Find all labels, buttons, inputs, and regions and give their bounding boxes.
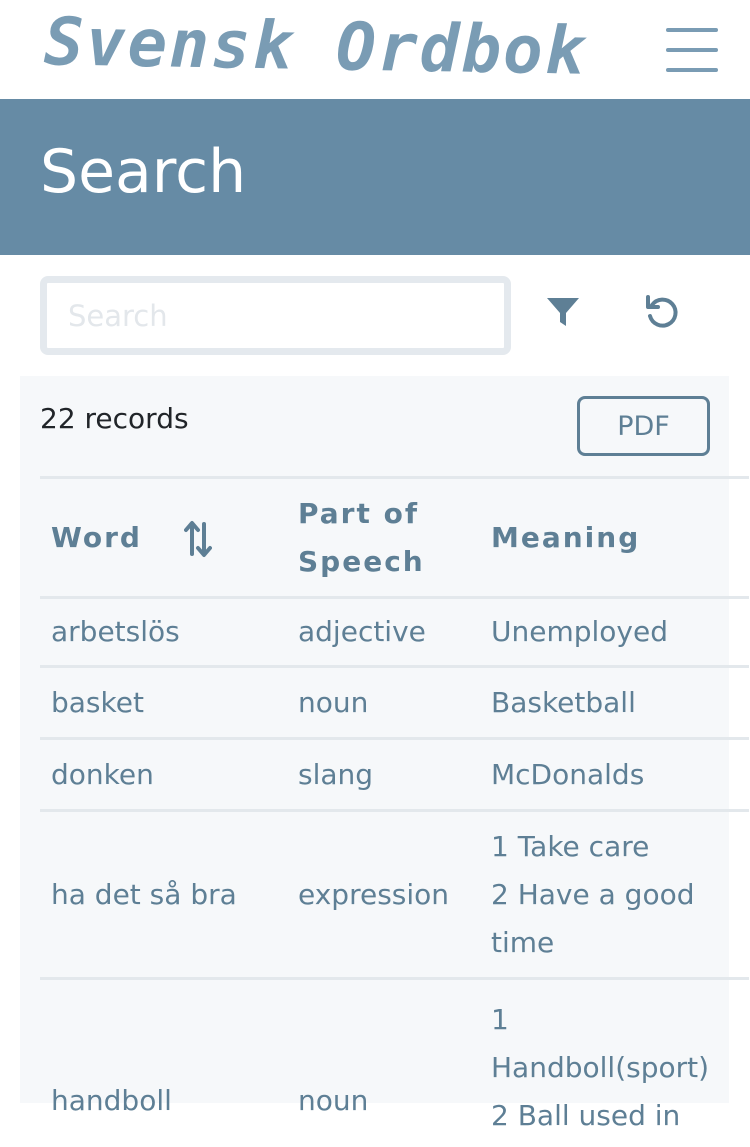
cell-word: ha det så bra <box>40 809 287 979</box>
filter-button[interactable] <box>541 290 585 334</box>
cell-part-of-speech: slang <box>287 737 480 811</box>
top-bar: Svensk Ordbok <box>0 0 750 99</box>
table-row[interactable]: arbetslös adjective Unemployed <box>40 596 749 667</box>
table-row[interactable]: donken slang McDonalds <box>40 737 749 811</box>
column-pos-label-line2: Speech <box>298 544 425 578</box>
meaning-line: time <box>491 925 555 959</box>
pdf-button[interactable]: PDF <box>577 396 710 456</box>
table-row[interactable]: handboll noun 1 Handboll(sport) 2 Ball u… <box>40 977 749 1147</box>
cell-part-of-speech: noun <box>287 977 480 1147</box>
cell-word: donken <box>40 737 287 811</box>
reset-button[interactable] <box>640 290 684 334</box>
page-header: Search <box>0 99 750 255</box>
column-part-of-speech[interactable]: Part of Speech <box>287 476 480 598</box>
filter-icon <box>547 298 579 326</box>
records-count: 22 records <box>40 402 189 435</box>
site-logo[interactable]: Svensk Ordbok <box>43 3 587 89</box>
column-pos-label-line1: Part of <box>298 496 420 530</box>
cell-meaning: 1 Handboll(sport) 2 Ball used in <box>480 977 749 1147</box>
table-row[interactable]: basket noun Basketball <box>40 665 749 739</box>
cell-word: arbetslös <box>40 596 287 667</box>
column-word-label: Word <box>51 520 142 554</box>
cell-part-of-speech: noun <box>287 665 480 739</box>
meaning-line: Unemployed <box>491 615 668 648</box>
search-input[interactable] <box>47 283 504 348</box>
menu-icon <box>666 28 718 32</box>
cell-word: handboll <box>40 977 287 1147</box>
meaning-line: 2 Have a good <box>491 877 695 911</box>
cell-part-of-speech: expression <box>287 809 480 979</box>
meaning-line: McDonalds <box>491 757 645 791</box>
sort-icon[interactable] <box>183 520 212 558</box>
meaning-line: 2 Ball used in <box>491 1099 681 1132</box>
search-box <box>40 276 511 355</box>
column-meaning-label: Meaning <box>491 520 641 554</box>
results-panel: 22 records PDF Word Part of Speech Meani… <box>20 376 749 1147</box>
meaning-line: Handboll(sport) <box>491 1051 710 1084</box>
cell-meaning: Basketball <box>480 665 749 739</box>
table-row[interactable]: ha det så bra expression 1 Take care 2 H… <box>40 809 749 979</box>
cell-part-of-speech: adjective <box>287 596 480 667</box>
reset-icon <box>646 295 678 328</box>
results-table: Word Part of Speech Meaning arbetslös ad… <box>40 476 749 1147</box>
column-word[interactable]: Word <box>40 476 287 598</box>
meaning-line: 1 <box>491 1003 509 1036</box>
menu-icon <box>666 48 718 52</box>
menu-icon <box>666 68 718 72</box>
table-header-row: Word Part of Speech Meaning <box>40 476 749 598</box>
cell-word: basket <box>40 665 287 739</box>
meaning-line: 1 Take care <box>491 829 650 863</box>
cell-meaning: Unemployed <box>480 596 749 667</box>
menu-button[interactable] <box>666 28 718 72</box>
cell-meaning: McDonalds <box>480 737 749 811</box>
page-title: Search <box>40 137 247 207</box>
meaning-line: Basketball <box>491 685 636 719</box>
cell-meaning: 1 Take care 2 Have a good time <box>480 809 749 979</box>
column-meaning[interactable]: Meaning <box>480 476 749 598</box>
